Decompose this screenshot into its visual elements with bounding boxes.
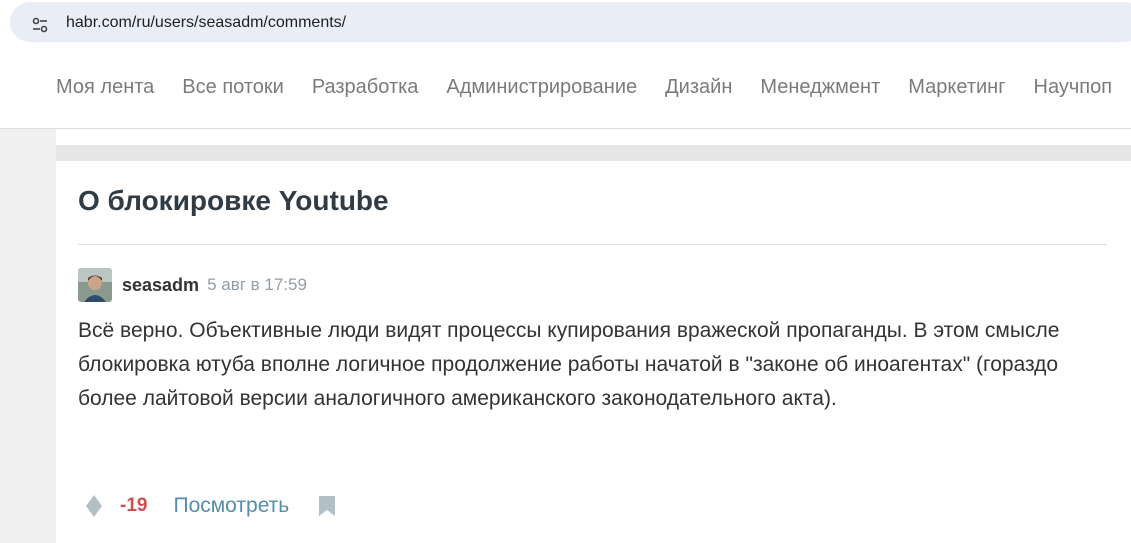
nav-item-all-streams[interactable]: Все потоки xyxy=(182,76,284,99)
browser-address-bar: habr.com/ru/users/seasadm/comments/ xyxy=(0,0,1131,52)
top-navigation: Моя лента Все потоки Разработка Админист… xyxy=(0,52,1131,129)
bookmark-icon[interactable] xyxy=(315,490,339,522)
nav-item-design[interactable]: Дизайн xyxy=(665,76,732,99)
comment-meta: seasadm 5 авг в 17:59 xyxy=(78,268,307,302)
card-separator xyxy=(56,145,1131,161)
nav-item-administration[interactable]: Администрирование xyxy=(446,76,637,99)
vote-diamond-icon[interactable] xyxy=(78,490,110,522)
nav-item-popsci[interactable]: Научпоп xyxy=(1034,76,1113,99)
nav-item-marketing[interactable]: Маркетинг xyxy=(908,76,1005,99)
url-text[interactable]: habr.com/ru/users/seasadm/comments/ xyxy=(66,14,346,32)
comment-score: -19 xyxy=(120,495,148,516)
comment-card: О блокировке Youtube seasadm 5 авг в 17:… xyxy=(56,161,1131,543)
post-title[interactable]: О блокировке Youtube xyxy=(78,185,389,217)
nav-item-development[interactable]: Разработка xyxy=(312,76,419,99)
comment-footer: -19 Посмотреть xyxy=(78,489,339,523)
nav-list: Моя лента Все потоки Разработка Админист… xyxy=(56,76,1131,99)
avatar[interactable] xyxy=(78,268,112,302)
previous-card-bottom xyxy=(56,129,1131,145)
url-field[interactable]: habr.com/ru/users/seasadm/comments/ xyxy=(10,2,1131,42)
comment-timestamp[interactable]: 5 авг в 17:59 xyxy=(207,275,307,295)
nav-item-my-feed[interactable]: Моя лента xyxy=(56,76,154,99)
title-divider xyxy=(78,244,1107,245)
comment-username[interactable]: seasadm xyxy=(122,275,199,296)
view-comment-link[interactable]: Посмотреть xyxy=(173,494,289,518)
tune-icon[interactable] xyxy=(26,11,54,39)
nav-item-management[interactable]: Менеджмент xyxy=(760,76,880,99)
comment-body: Всё верно. Объективные люди видят процес… xyxy=(78,319,1060,410)
